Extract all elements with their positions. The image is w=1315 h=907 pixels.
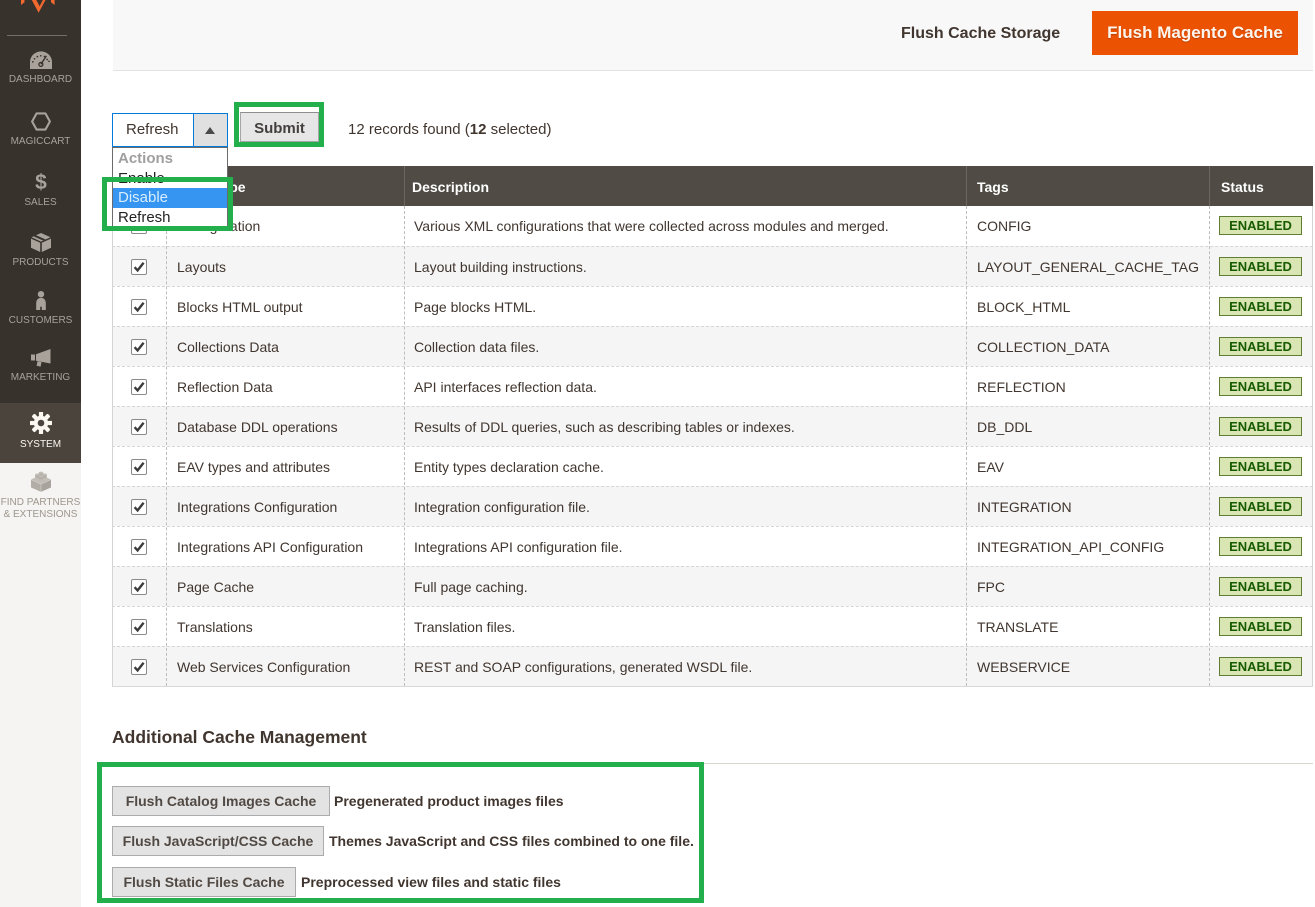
svg-text:$: $ bbox=[35, 172, 47, 192]
